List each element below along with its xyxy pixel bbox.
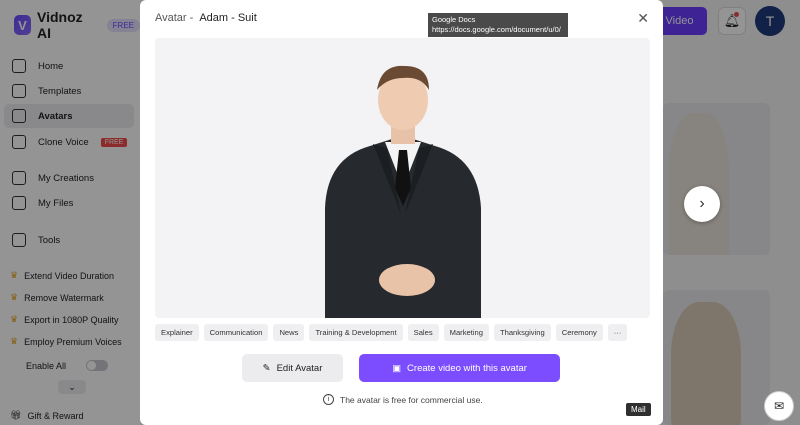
avatar-name: Adam - Suit	[199, 12, 257, 24]
tag-communication[interactable]: Communication	[203, 324, 269, 341]
avatar-preview	[155, 38, 650, 318]
mail-tooltip: Mail	[626, 403, 651, 416]
create-video-label: Create video with this avatar	[407, 362, 527, 374]
tag-list: Explainer Communication News Training & …	[155, 324, 628, 341]
edit-avatar-button[interactable]: ✎ Edit Avatar	[242, 354, 343, 382]
modal-title-prefix: Avatar -	[155, 12, 194, 24]
tag-sales[interactable]: Sales	[407, 324, 439, 341]
avatar-preview-modal: Avatar - Adam - Suit ✕ Explainer Communi…	[140, 0, 663, 425]
tag-marketing[interactable]: Marketing	[443, 324, 489, 341]
modal-title: Avatar - Adam - Suit	[155, 12, 257, 24]
browser-tab-tooltip: Google Docs https://docs.google.com/docu…	[428, 13, 568, 37]
info-icon: i	[323, 394, 334, 405]
mail-icon: ✉	[773, 399, 785, 413]
tag-explainer[interactable]: Explainer	[155, 324, 199, 341]
tooltip-title: Google Docs	[432, 15, 476, 24]
create-video-with-avatar-button[interactable]: ▣ Create video with this avatar	[359, 354, 560, 382]
avatar-figure	[325, 65, 481, 318]
next-avatar-button[interactable]: ›	[684, 186, 720, 222]
close-icon[interactable]: ✕	[637, 10, 649, 27]
edit-avatar-label: Edit Avatar	[276, 362, 323, 374]
more-tags-button[interactable]: ···	[607, 324, 628, 341]
video-icon: ▣	[392, 362, 402, 374]
pencil-icon: ✎	[262, 362, 271, 374]
mail-button[interactable]: ✉	[764, 391, 794, 421]
tag-ceremony[interactable]: Ceremony	[555, 324, 603, 341]
tooltip-url: https://docs.google.com/document/u/0/	[432, 25, 561, 34]
commercial-use-note: i The avatar is free for commercial use.	[323, 394, 483, 405]
tag-thanksgiving[interactable]: Thanksgiving	[493, 324, 551, 341]
tag-training-development[interactable]: Training & Development	[309, 324, 403, 341]
note-text: The avatar is free for commercial use.	[340, 394, 483, 405]
chevron-right-icon: ›	[699, 195, 705, 212]
tag-news[interactable]: News	[273, 324, 305, 341]
